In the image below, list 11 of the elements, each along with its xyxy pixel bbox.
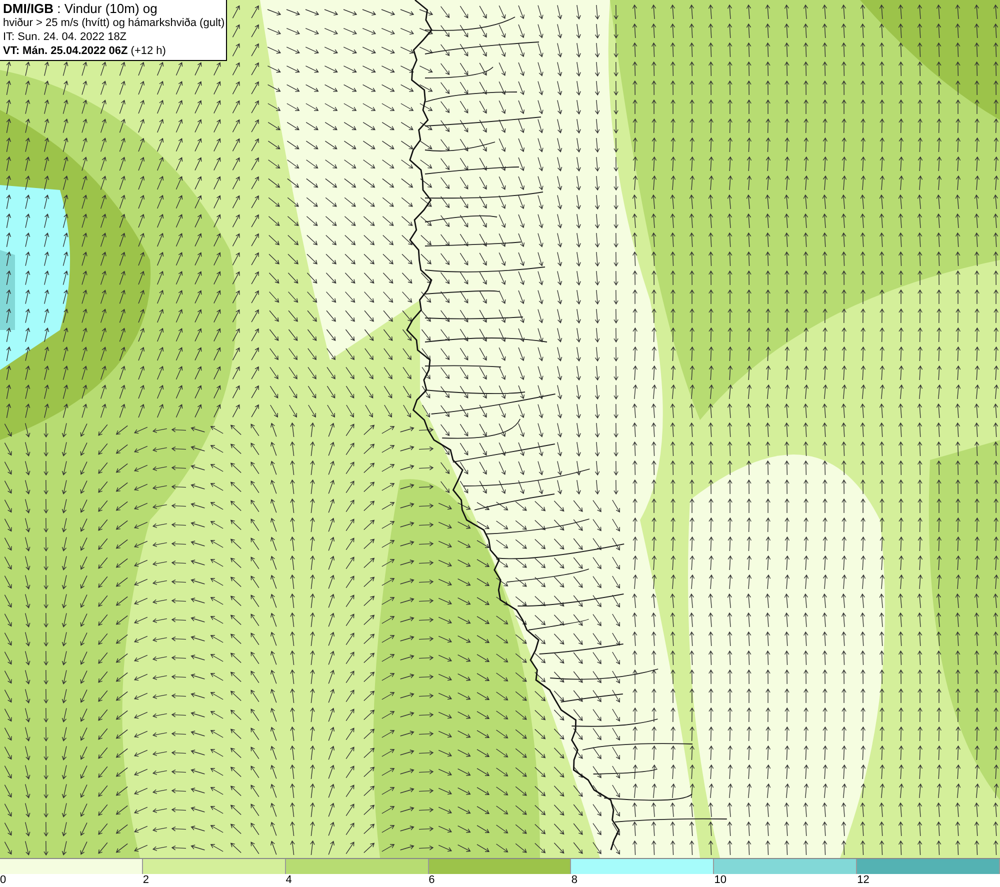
scale-label: 0	[0, 874, 6, 887]
scale-label: 4	[286, 874, 292, 887]
scale-label: 8	[571, 874, 578, 887]
info-text: IT: Sun. 24. 04. 2022 18Z	[3, 30, 128, 44]
info-text: DMI/IGB : Vindur (10m) og	[3, 2, 158, 16]
info-text: hviður > 25 m/s (hvítt) og hámarkshviða (gult)	[3, 16, 223, 30]
scale-label: 2	[142, 874, 149, 887]
info-text: VT: Mán. 25.04.2022 06Z (+12 h)	[3, 44, 167, 58]
scale-label: 10	[714, 874, 727, 887]
scale-label: 12	[857, 874, 870, 887]
scale-label: 6	[428, 874, 435, 887]
